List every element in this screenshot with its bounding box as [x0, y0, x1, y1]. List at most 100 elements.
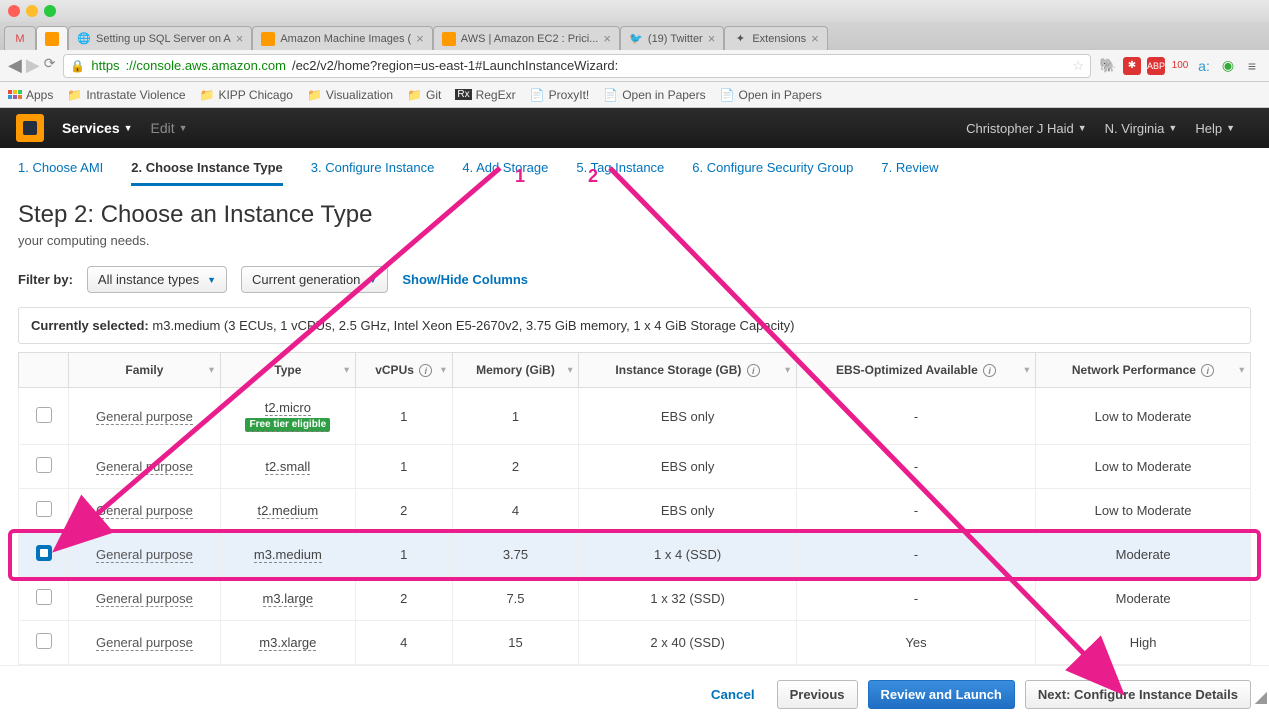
aws-logo-icon[interactable] — [16, 114, 44, 142]
table-row[interactable]: General purposet2.microFree tier eligibl… — [19, 388, 1251, 445]
table-row[interactable]: General purposem3.xlarge4152 x 40 (SSD)Y… — [19, 621, 1251, 665]
user-menu[interactable]: Christopher J Haid ▼ — [966, 121, 1087, 136]
chevron-down-icon: ▼ — [1078, 123, 1087, 133]
cell-ebs: - — [796, 533, 1035, 577]
info-icon[interactable]: i — [983, 364, 996, 377]
browser-chrome: M 🌐Setting up SQL Server on A× Amazon Ma… — [0, 0, 1269, 108]
resize-handle-icon[interactable]: ◢ — [1255, 687, 1267, 707]
ext-icon[interactable]: 100 — [1171, 57, 1189, 75]
bookmark-star-icon[interactable]: ☆ — [1072, 58, 1084, 74]
previous-button[interactable]: Previous — [777, 680, 858, 709]
col-family[interactable]: Family▾ — [69, 353, 221, 388]
services-menu[interactable]: Services ▼ — [62, 120, 133, 136]
regexr-icon: Rx — [455, 89, 471, 100]
close-tab-icon[interactable]: × — [811, 31, 819, 46]
col-vcpus[interactable]: vCPUs i▾ — [355, 353, 452, 388]
bookmark-folder[interactable]: 📁Visualization — [307, 88, 393, 102]
cell-network: Low to Moderate — [1036, 388, 1251, 445]
table-row[interactable]: General purposet2.small12EBS only-Low to… — [19, 445, 1251, 489]
help-menu[interactable]: Help ▼ — [1195, 121, 1235, 136]
col-memory[interactable]: Memory (GiB)▾ — [452, 353, 579, 388]
browser-tab[interactable]: M — [4, 26, 36, 50]
bookmark-folder[interactable]: 📁KIPP Chicago — [200, 88, 293, 102]
close-window-icon[interactable] — [8, 5, 20, 17]
cell-network: Moderate — [1036, 533, 1251, 577]
wizard-tab-review[interactable]: 7. Review — [881, 160, 938, 186]
bookmark-item[interactable]: RxRegExr — [455, 88, 515, 102]
row-checkbox[interactable] — [36, 407, 52, 423]
page-icon: 📄 — [603, 88, 618, 102]
col-storage[interactable]: Instance Storage (GB) i▾ — [579, 353, 797, 388]
region-menu[interactable]: N. Virginia ▼ — [1105, 121, 1178, 136]
bookmark-folder[interactable]: 📁Intrastate Violence — [67, 88, 185, 102]
table-row[interactable]: General purposet2.medium24EBS only-Low t… — [19, 489, 1251, 533]
col-ebs[interactable]: EBS-Optimized Available i▾ — [796, 353, 1035, 388]
menu-icon[interactable]: ≡ — [1243, 57, 1261, 75]
currently-selected-box: Currently selected: m3.medium (3 ECUs, 1… — [18, 307, 1251, 344]
instance-type-table: Family▾ Type▾ vCPUs i▾ Memory (GiB)▾ Ins… — [18, 352, 1251, 665]
wizard-tab-storage[interactable]: 4. Add Storage — [462, 160, 548, 186]
cell-vcpu: 2 — [355, 577, 452, 621]
row-checkbox[interactable] — [36, 501, 52, 517]
chevron-down-icon: ▼ — [1168, 123, 1177, 133]
cell-memory: 15 — [452, 621, 579, 665]
window-controls[interactable] — [8, 5, 56, 17]
browser-tab[interactable]: ✦Extensions× — [724, 26, 827, 50]
forward-icon[interactable]: ▶ — [26, 55, 40, 76]
row-checkbox[interactable] — [36, 545, 52, 561]
close-tab-icon[interactable]: × — [708, 31, 716, 46]
col-network[interactable]: Network Performance i▾ — [1036, 353, 1251, 388]
wizard-tab-ami[interactable]: 1. Choose AMI — [18, 160, 103, 186]
close-tab-icon[interactable]: × — [416, 31, 424, 46]
close-tab-icon[interactable]: × — [236, 31, 244, 46]
browser-tab[interactable]: 🌐Setting up SQL Server on A× — [68, 26, 252, 50]
close-tab-icon[interactable]: × — [603, 31, 611, 46]
col-type[interactable]: Type▾ — [220, 353, 355, 388]
ext-icon[interactable]: ✱ — [1123, 57, 1141, 75]
wizard-tab-security[interactable]: 6. Configure Security Group — [692, 160, 853, 186]
cell-family: General purpose — [69, 388, 221, 445]
browser-tab[interactable]: AWS | Amazon EC2 : Prici...× — [433, 26, 620, 50]
evernote-icon[interactable]: 🐘 — [1099, 57, 1117, 75]
browser-tab[interactable]: Amazon Machine Images (× — [252, 26, 432, 50]
cancel-button[interactable]: Cancel — [699, 681, 767, 708]
browser-tab[interactable]: 🐦(19) Twitter× — [620, 26, 724, 50]
show-hide-columns-link[interactable]: Show/Hide Columns — [402, 272, 528, 287]
minimize-window-icon[interactable] — [26, 5, 38, 17]
ext-icon[interactable]: a: — [1195, 57, 1213, 75]
info-icon[interactable]: i — [1201, 364, 1214, 377]
bookmark-item[interactable]: 📄Open in Papers — [720, 88, 822, 102]
info-icon[interactable]: i — [419, 364, 432, 377]
adblock-icon[interactable]: ABP — [1147, 57, 1165, 75]
next-button[interactable]: Next: Configure Instance Details — [1025, 680, 1251, 709]
apps-button[interactable]: Apps — [8, 88, 53, 102]
review-launch-button[interactable]: Review and Launch — [868, 680, 1015, 709]
row-checkbox[interactable] — [36, 457, 52, 473]
table-row[interactable]: General purposem3.large27.51 x 32 (SSD)-… — [19, 577, 1251, 621]
row-checkbox[interactable] — [36, 633, 52, 649]
filter-generation[interactable]: Current generation▼ — [241, 266, 388, 293]
back-icon[interactable]: ◀ — [8, 55, 22, 76]
aws-icon — [45, 32, 59, 46]
wizard-tab-configure[interactable]: 3. Configure Instance — [311, 160, 435, 186]
row-checkbox[interactable] — [36, 589, 52, 605]
wizard-tab-instance-type[interactable]: 2. Choose Instance Type — [131, 160, 282, 186]
info-icon[interactable]: i — [747, 364, 760, 377]
ext-icon[interactable]: ◉ — [1219, 57, 1237, 75]
address-bar[interactable]: 🔒 https://console.aws.amazon.com/ec2/v2/… — [63, 54, 1091, 78]
cell-vcpu: 1 — [355, 445, 452, 489]
edit-menu[interactable]: Edit ▼ — [151, 120, 188, 136]
bookmark-item[interactable]: 📄ProxyIt! — [530, 88, 590, 102]
browser-tab-strip: M 🌐Setting up SQL Server on A× Amazon Ma… — [0, 22, 1269, 50]
cell-storage: EBS only — [579, 445, 797, 489]
table-row[interactable]: General purposem3.medium13.751 x 4 (SSD)… — [19, 533, 1251, 577]
cell-ebs: - — [796, 577, 1035, 621]
browser-tab[interactable] — [36, 26, 68, 50]
sort-icon: ▾ — [441, 365, 446, 376]
bookmark-folder[interactable]: 📁Git — [407, 88, 441, 102]
filter-instance-types[interactable]: All instance types▼ — [87, 266, 227, 293]
zoom-window-icon[interactable] — [44, 5, 56, 17]
bookmark-item[interactable]: 📄Open in Papers — [603, 88, 705, 102]
reload-icon[interactable]: ⟳ — [44, 55, 56, 76]
page-icon: 🌐 — [77, 32, 91, 46]
